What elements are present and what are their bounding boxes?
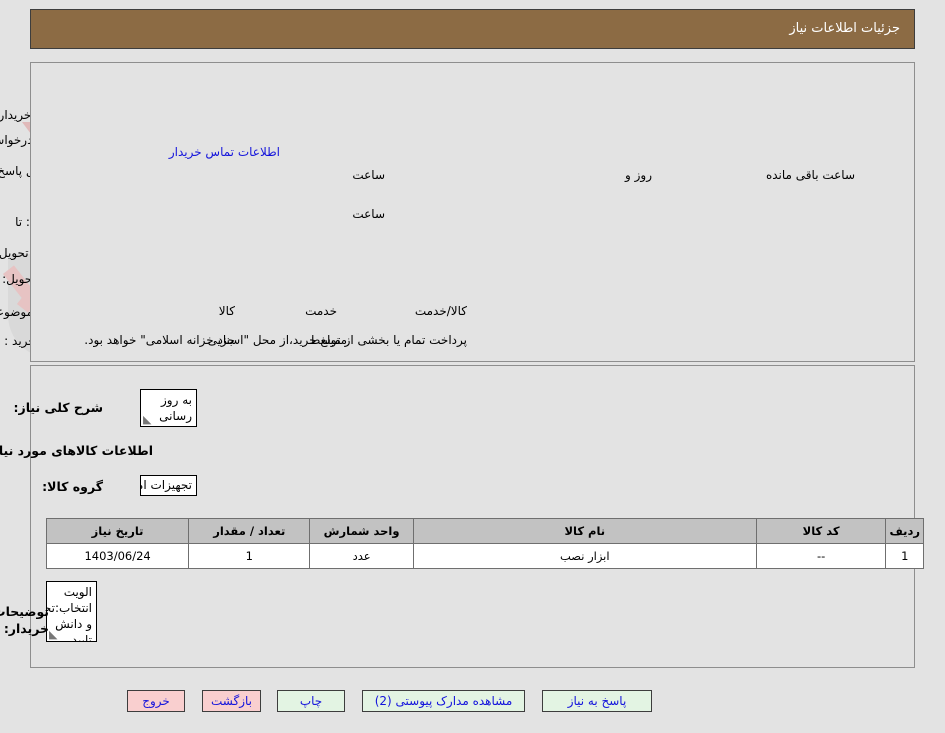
buyer-contact-link[interactable]: اطلاعات تماس خریدار (140, 145, 280, 159)
cell-code: -- (755, 543, 887, 569)
deadline-hour-label: ساعت (352, 168, 385, 182)
page-header-bar: جزئیات اطلاعات نیاز (30, 9, 915, 49)
radio-category-khedmat-label: خدمت (305, 304, 337, 318)
buyer-notes-label: توضیحات خریدار: (0, 603, 49, 637)
buyer-notes-label-line1: توضیحات (0, 604, 49, 619)
need-details-panel (30, 365, 915, 668)
table-header-row: ردیف کد کالا نام کالا واحد شمارش تعداد /… (45, 518, 924, 544)
goods-info-heading: اطلاعات کالاهای مورد نیاز (0, 443, 153, 458)
need-summary-panel (30, 62, 915, 362)
respond-to-need-button[interactable]: پاسخ به نیاز (542, 690, 652, 712)
need-description-label: شرح کلی نیاز: (13, 400, 103, 415)
goods-table: ردیف کد کالا نام کالا واحد شمارش تعداد /… (45, 518, 924, 569)
table-row: 1 -- ابزار نصب عدد 1 1403/06/24 (45, 543, 924, 569)
remaining-suffix-label: ساعت باقی مانده (765, 168, 855, 182)
col-name: نام کالا (412, 518, 757, 544)
goods-group-label: گروه کالا: (42, 479, 103, 494)
radio-category-kala-khedmat-label: کالا/خدمت (414, 304, 467, 318)
cell-radif: 1 (885, 543, 924, 569)
treasury-bonds-label: پرداخت تمام یا بخشی از مبلغ خرید،از محل … (84, 333, 467, 347)
print-button[interactable]: چاپ (277, 690, 345, 712)
cell-need-date: 1403/06/24 (45, 543, 190, 569)
days-and-label: روز و (625, 168, 652, 182)
cell-unit: عدد (309, 543, 414, 569)
view-attachments-button[interactable]: مشاهده مدارک پیوستی (2) (362, 690, 525, 712)
col-radif: ردیف (885, 518, 924, 544)
col-unit: واحد شمارش (309, 518, 414, 544)
buyer-notes-label-line2: خریدار: (3, 621, 49, 636)
col-qty: تعداد / مقدار (188, 518, 311, 544)
exit-button[interactable]: خروج (127, 690, 185, 712)
cell-name: ابزار نصب (412, 543, 757, 569)
price-validity-hour-label: ساعت (352, 207, 385, 221)
cell-qty: 1 (188, 543, 311, 569)
back-button[interactable]: بازگشت (202, 690, 261, 712)
col-code: کد کالا (755, 518, 887, 544)
col-need-date: تاریخ نیاز (45, 518, 190, 544)
radio-category-kala-label: کالا (218, 304, 235, 318)
page-title: جزئیات اطلاعات نیاز (789, 21, 900, 36)
